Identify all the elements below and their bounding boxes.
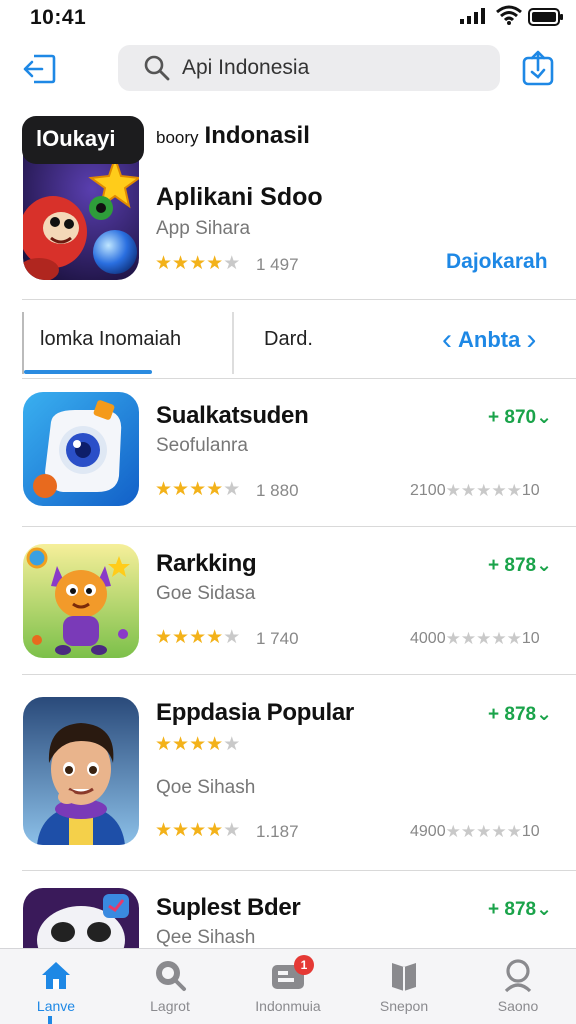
tab-search-label: Saono	[497, 998, 539, 1014]
meta-stars: ★★★★★	[445, 629, 522, 648]
chevron-left-icon[interactable]: ‹	[442, 323, 452, 357]
game-character-icon	[23, 150, 139, 280]
tab-primary-label: lomka Inomaiah	[40, 328, 182, 350]
active-tab-indicator	[48, 1016, 52, 1024]
rating-stars: ★ ★ ★ ★ ★	[155, 820, 241, 841]
app-price-button[interactable]: + 878⌄	[488, 898, 552, 921]
status-time: 10:41	[30, 6, 87, 29]
tab-home-label: Lanve	[36, 998, 76, 1014]
app-meta: 4900 ★★★★★ 10	[410, 822, 540, 842]
app-title[interactable]: Sualkatsuden	[156, 402, 309, 430]
tab-updates-label: Indonmuia	[255, 998, 321, 1014]
search-tab-icon	[504, 959, 532, 993]
tab-home[interactable]: Lanve	[6, 957, 106, 1014]
app-price-button[interactable]: + 878⌄	[488, 703, 552, 726]
chevron-down-icon: ⌄	[536, 407, 552, 428]
tab-search[interactable]: Saono	[468, 957, 568, 1014]
app-subtitle: Qee Sihash	[156, 927, 256, 948]
featured-header-small: boory	[156, 128, 199, 147]
home-icon	[42, 962, 70, 989]
explore-icon	[156, 961, 186, 991]
tab-explore-label: Lagrot	[150, 998, 190, 1014]
divider	[22, 674, 576, 675]
featured-app-icon[interactable]	[23, 150, 139, 280]
app-meta-value: 10	[521, 823, 540, 840]
app-price-button[interactable]: + 870⌄	[488, 406, 552, 429]
wifi-icon	[496, 5, 522, 25]
back-icon[interactable]	[22, 52, 56, 86]
app-subtitle: Seofulanra	[156, 435, 248, 456]
tab-secondary[interactable]: Dard.	[264, 328, 313, 351]
tab-pager-label: Anbta	[458, 327, 521, 352]
fox-character-icon	[23, 544, 139, 658]
featured-badge: lOukayi	[22, 116, 144, 164]
app-icon[interactable]	[23, 544, 139, 658]
app-meta-count: 4000	[410, 630, 446, 647]
rating-count: 1.187	[256, 822, 299, 841]
search-icon	[144, 55, 170, 81]
tab-library-label: Snepon	[379, 998, 429, 1014]
meta-stars: ★★★★★	[445, 822, 522, 841]
app-price: + 878	[488, 899, 537, 920]
featured-rating-stars: ★ ★ ★ ★ ★	[155, 253, 241, 274]
status-bar: 10:41	[0, 0, 576, 36]
app-subtitle: Goe Sidasa	[156, 583, 256, 604]
tab-pager[interactable]: ‹ Anbta ›	[442, 322, 536, 358]
share-icon[interactable]	[520, 50, 556, 86]
boy-avatar-icon	[23, 697, 139, 845]
rating-stars-top: ★ ★ ★ ★ ★	[155, 734, 241, 755]
meta-stars: ★★★★★	[445, 481, 522, 500]
app-meta-count: 4900	[410, 823, 446, 840]
rating-stars: ★ ★ ★ ★ ★	[155, 479, 241, 500]
app-meta: 4000 ★★★★★ 10	[410, 629, 540, 649]
tab-updates[interactable]: 1 Indonmuia	[238, 955, 338, 1014]
chevron-down-icon: ⌄	[536, 899, 552, 920]
featured-header-text: Indonasil	[204, 122, 310, 149]
chevron-right-icon[interactable]: ›	[526, 323, 536, 357]
book-icon	[392, 963, 416, 991]
divider	[22, 299, 576, 300]
app-meta-value: 10	[521, 482, 540, 499]
featured-app-subtitle: App Sihara	[156, 218, 251, 239]
chevron-down-icon: ⌄	[536, 555, 552, 576]
tab-explore[interactable]: Lagrot	[120, 957, 220, 1014]
app-title[interactable]: Suplest Bder	[156, 894, 301, 922]
notification-badge: 1	[294, 955, 314, 975]
featured-header: boory Indonasil	[156, 122, 310, 150]
tab-library[interactable]: Snepon	[354, 957, 454, 1014]
battery-icon	[528, 8, 563, 26]
search-bar[interactable]	[118, 45, 500, 91]
chevron-down-icon: ⌄	[536, 704, 552, 725]
app-price: + 870	[488, 407, 537, 428]
rating-stars: ★ ★ ★ ★ ★	[155, 627, 241, 648]
search-input[interactable]	[182, 51, 482, 85]
app-price: + 878	[488, 704, 537, 725]
app-price-button[interactable]: + 878⌄	[488, 554, 552, 577]
tab-bar: Lanve Lagrot 1 Indonmuia Snepon Saono	[0, 948, 576, 1024]
camera-app-icon	[23, 392, 139, 506]
divider	[22, 378, 576, 379]
featured-app-title[interactable]: Aplikani Sdoo	[156, 183, 323, 212]
app-meta: 2100 ★★★★★ 10	[410, 481, 540, 501]
rating-count: 1 740	[256, 629, 299, 648]
app-price: + 878	[488, 555, 537, 576]
panda-character-icon	[23, 888, 139, 948]
app-meta-count: 2100	[410, 482, 446, 499]
signal-icon	[460, 8, 485, 24]
app-title[interactable]: Rarkking	[156, 550, 257, 578]
app-meta-value: 10	[521, 630, 540, 647]
rating-count: 1 880	[256, 481, 299, 500]
tab-underline	[24, 370, 152, 374]
app-icon[interactable]	[23, 697, 139, 845]
app-icon[interactable]	[23, 888, 139, 948]
app-title[interactable]: Eppdasia Popular	[156, 699, 354, 727]
app-icon[interactable]	[23, 392, 139, 506]
tab-primary[interactable]: lomka Inomaiah	[22, 312, 234, 374]
featured-action-button[interactable]: Dajokarah	[446, 250, 548, 274]
divider	[22, 870, 576, 871]
app-subtitle: Qoe Sihash	[156, 777, 256, 798]
featured-rating-count: 1 497	[256, 255, 299, 274]
divider	[22, 526, 576, 527]
